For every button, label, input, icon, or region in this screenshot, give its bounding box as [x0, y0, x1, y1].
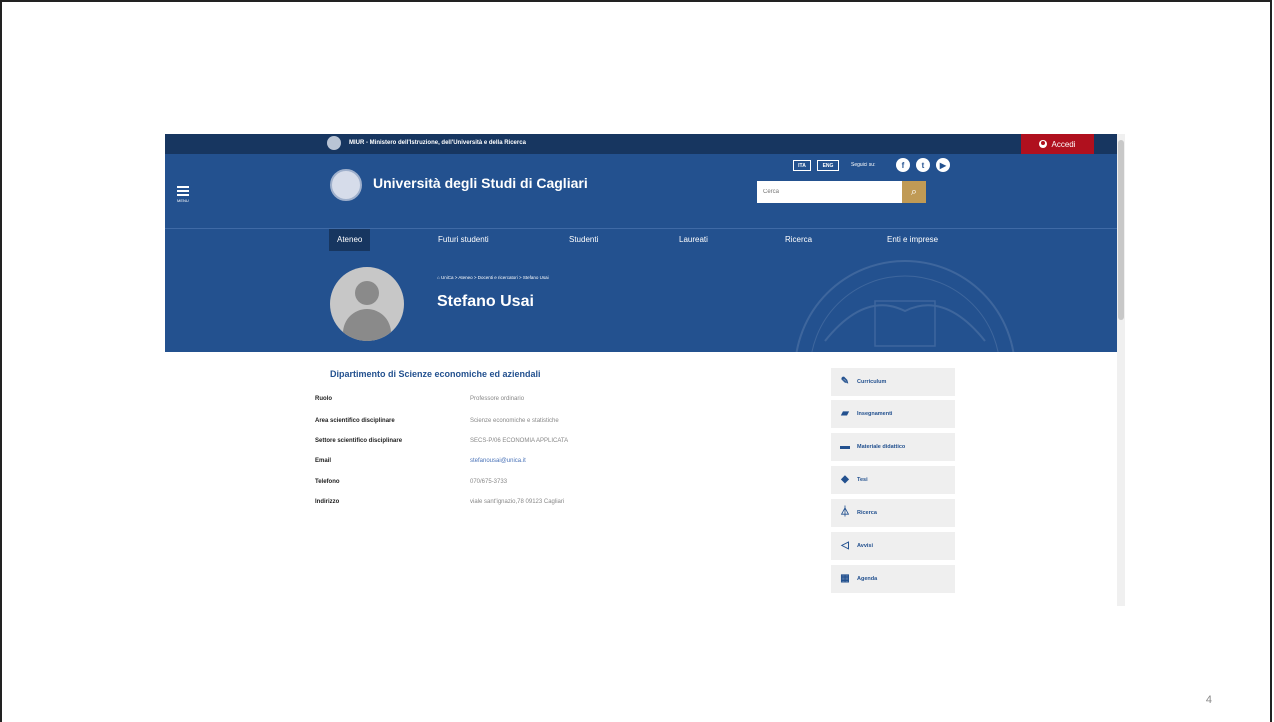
- nav-laureati[interactable]: Laureati: [671, 229, 716, 251]
- search-input[interactable]: [757, 181, 902, 203]
- university-seal-watermark: [795, 260, 1015, 352]
- book-icon: ▰: [841, 408, 849, 419]
- follow-label: Seguici su:: [851, 162, 876, 168]
- scroll-thumb[interactable]: [1118, 140, 1124, 320]
- login-label: Accedi: [1051, 139, 1076, 149]
- agenda-button[interactable]: ▦ Agenda: [831, 565, 955, 593]
- avvisi-label: Avvisi: [857, 543, 874, 549]
- avatar: [330, 267, 404, 341]
- ricerca-label: Ricerca: [857, 510, 877, 516]
- search-icon: ⌕: [910, 185, 918, 198]
- info-value-ruolo: Professore ordinario: [470, 396, 525, 402]
- site-header: MENU Università degli Studi di Cagliari …: [165, 154, 1117, 228]
- nav-futuri-studenti[interactable]: Futuri studenti: [430, 229, 497, 251]
- flask-icon: ⏃: [840, 507, 850, 518]
- breadcrumb-text: UniCa > Ateneo > Docenti e ricercatori >…: [440, 275, 549, 280]
- menu-label: MENU: [177, 198, 189, 203]
- graduation-cap-icon: ◆: [841, 474, 849, 485]
- nav-ricerca[interactable]: Ricerca: [777, 229, 820, 251]
- lang-eng-button[interactable]: ENG: [817, 160, 839, 171]
- info-value-settore: SECS-P/06 ECONOMIA APPLICATA: [470, 438, 569, 444]
- scrollbar[interactable]: [1117, 134, 1125, 606]
- slide-number: 4: [1205, 694, 1212, 706]
- miur-link[interactable]: MIUR - Ministero dell'Istruzione, dell'U…: [327, 136, 526, 150]
- info-label-telefono: Telefono: [315, 479, 340, 485]
- tesi-button[interactable]: ◆ Tesi: [831, 466, 955, 494]
- search-button[interactable]: ⌕: [902, 181, 926, 203]
- profile-hero: ⌂ UniCa > Ateneo > Docenti e ricercatori…: [165, 251, 1117, 352]
- insegnamenti-button[interactable]: ▰ Insegnamenti: [831, 400, 955, 428]
- folder-icon: ▬: [840, 441, 850, 452]
- webpage-screenshot: MIUR - Ministero dell'Istruzione, dell'U…: [165, 134, 1125, 606]
- info-label-indirizzo: Indirizzo: [315, 499, 340, 505]
- site-title[interactable]: Università degli Studi di Cagliari: [373, 175, 588, 191]
- info-value-area: Scienze economiche e statistiche: [470, 418, 559, 424]
- user-icon: [1039, 140, 1048, 148]
- top-bar: MIUR - Ministero dell'Istruzione, dell'U…: [165, 134, 1117, 154]
- youtube-icon[interactable]: ▶: [936, 158, 950, 172]
- nav-ateneo[interactable]: Ateneo: [329, 229, 371, 251]
- hamburger-icon: [177, 186, 189, 188]
- main-nav: Ateneo Futuri studenti Studenti Laureati…: [165, 228, 1117, 251]
- email-link[interactable]: stefanousai@unica.it: [470, 458, 526, 464]
- nav-enti-e-imprese[interactable]: Enti e imprese: [879, 229, 946, 251]
- search-box: ⌕: [757, 181, 926, 203]
- info-label-email: Email: [315, 458, 332, 464]
- department-link[interactable]: Dipartimento di Scienze economiche ed az…: [330, 369, 541, 379]
- avvisi-button[interactable]: ◁ Avvisi: [831, 532, 955, 560]
- page-title: Stefano Usai: [437, 293, 534, 310]
- calendar-icon: ▦: [840, 573, 850, 584]
- curriculum-button[interactable]: ✎ Curriculum: [831, 368, 955, 396]
- breadcrumb[interactable]: ⌂ UniCa > Ateneo > Docenti e ricercatori…: [437, 275, 549, 280]
- menu-button[interactable]: MENU: [177, 186, 189, 203]
- megaphone-icon: ◁: [841, 540, 849, 551]
- lang-ita-button[interactable]: ITA: [793, 160, 811, 171]
- curriculum-label: Curriculum: [857, 379, 887, 385]
- tesi-label: Tesi: [857, 477, 868, 483]
- nav-studenti[interactable]: Studenti: [561, 229, 606, 251]
- miur-emblem-icon: [327, 136, 341, 150]
- materiale-didattico-button[interactable]: ▬ Materiale didattico: [831, 433, 955, 461]
- facebook-icon[interactable]: f: [896, 158, 910, 172]
- miur-text: MIUR - Ministero dell'Istruzione, dell'U…: [349, 140, 526, 146]
- info-value-telefono: 070/675-3733: [470, 479, 508, 485]
- info-value-indirizzo: viale sant'ignazio,78 09123 Cagliari: [470, 499, 565, 505]
- login-button[interactable]: Accedi: [1021, 134, 1094, 154]
- info-label-ruolo: Ruolo: [315, 396, 332, 402]
- ricerca-button[interactable]: ⏃ Ricerca: [831, 499, 955, 527]
- materiale-didattico-label: Materiale didattico: [857, 444, 906, 450]
- university-logo[interactable]: [330, 169, 362, 201]
- info-label-area: Area scientifico disciplinare: [315, 418, 395, 424]
- insegnamenti-label: Insegnamenti: [857, 411, 893, 417]
- info-label-settore: Settore scientifico disciplinare: [315, 438, 403, 444]
- agenda-label: Agenda: [857, 576, 878, 582]
- edit-icon: ✎: [840, 376, 850, 387]
- twitter-icon[interactable]: t: [916, 158, 930, 172]
